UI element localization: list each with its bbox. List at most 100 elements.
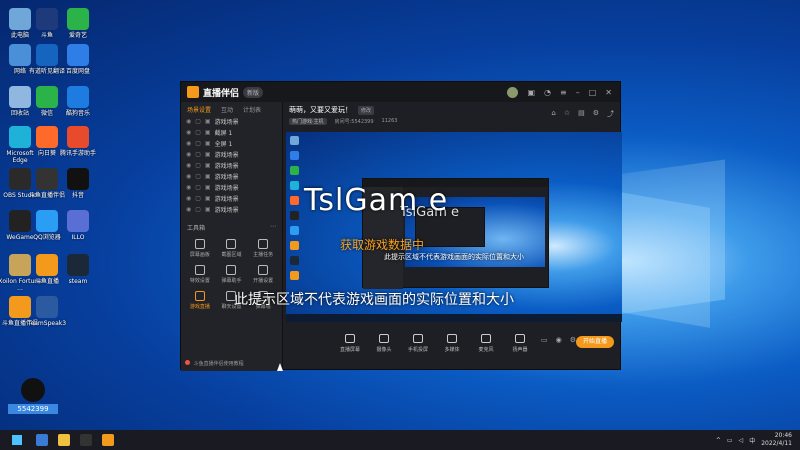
taskbar-search-icon[interactable] — [36, 434, 48, 446]
volume-icon[interactable]: ◁ — [739, 437, 744, 444]
app-icon — [67, 254, 89, 276]
gift-icon[interactable]: ⌂ — [551, 109, 555, 119]
edit-title-button[interactable]: 修改 — [358, 105, 375, 115]
lock-icon[interactable]: ▢ — [195, 140, 201, 147]
network-icon[interactable]: ▭ — [727, 437, 733, 444]
bell-icon[interactable]: ◔ — [544, 88, 551, 97]
title-bar: 直播伴侣 新版 ▣ ◔ ≡ – □ ✕ — [181, 82, 620, 102]
bottom-tool-icon — [447, 334, 457, 343]
source-item[interactable]: ◉ ▢ ▣ 游戏场景 — [181, 160, 282, 171]
start-live-button[interactable]: 开始直播 — [576, 336, 614, 348]
desktop-icon[interactable]: 百度网盘 — [56, 44, 100, 75]
left-tab[interactable]: 场景设置 — [187, 105, 211, 114]
tutorial-link[interactable]: 斗鱼直播伴侣使用教程 — [185, 360, 244, 367]
source-item[interactable]: ◉ ▢ ▣ 游戏场景 — [181, 193, 282, 204]
eye-icon[interactable]: ◉ — [186, 151, 191, 158]
tool-button[interactable]: 弹幕助手 — [216, 262, 248, 288]
maximize-icon[interactable]: □ — [589, 88, 597, 97]
shirt-icon[interactable]: ▣ — [527, 88, 535, 97]
desktop-icon[interactable]: ILLO — [56, 210, 100, 241]
lock-icon[interactable]: ▢ — [195, 151, 201, 158]
source-label: 游戏场景 — [214, 119, 239, 126]
source-item[interactable]: ◉ ▢ ▣ 游戏场景 — [181, 149, 282, 160]
eye-icon[interactable]: ◉ — [186, 129, 191, 136]
source-item[interactable]: ◉ ▢ ▣ 游戏场景 — [181, 204, 282, 215]
eye-icon[interactable]: ◉ — [186, 206, 191, 213]
left-tab[interactable]: 互动 — [221, 105, 233, 114]
desktop-icon[interactable]: steam — [56, 254, 100, 285]
eye-icon[interactable]: ◉ — [186, 118, 191, 125]
gear-icon[interactable]: ⚙ — [570, 336, 576, 344]
menu-icon[interactable]: ≡ — [560, 88, 567, 97]
bottom-tool-button[interactable]: 扬声器 — [509, 334, 531, 353]
eye-icon[interactable]: ◉ — [186, 184, 191, 191]
source-item[interactable]: ◉ ▢ ▣ 截屏 1 — [181, 127, 282, 138]
source-item[interactable]: ◉ ▢ ▣ 游戏场景 — [181, 171, 282, 182]
bottom-tool-button[interactable]: 直播屏幕 — [339, 334, 361, 353]
settings-icon[interactable]: ⚙ — [593, 109, 599, 119]
loading-text: 获取游戏数据中 — [340, 238, 425, 252]
tool-button[interactable]: 主播任务 — [247, 236, 279, 262]
source-label: 截屏 1 — [214, 130, 233, 137]
lock-icon[interactable]: ▢ — [195, 162, 201, 169]
desktop-icon[interactable]: TeamSpeak3 — [25, 296, 69, 327]
clock[interactable]: 20:46 2022/4/11 — [761, 432, 792, 448]
tool-button[interactable]: 屏幕画板 — [184, 236, 216, 262]
taskbar-obs-icon[interactable] — [80, 434, 92, 446]
preview-hint: 此提示区域不代表游戏画面的实际位置和大小 — [234, 292, 514, 308]
version-badge[interactable]: 新版 — [243, 86, 264, 98]
store-icon[interactable]: ▤ — [578, 109, 585, 119]
room-category[interactable]: 热门游戏·主机 — [289, 118, 327, 125]
bottom-tool-icon — [515, 334, 525, 343]
tool-button[interactable]: 开播设置 — [247, 262, 279, 288]
taskbar-explorer-icon[interactable] — [58, 434, 70, 446]
source-item[interactable]: ◉ ▢ ▣ 全屏 1 — [181, 138, 282, 149]
left-tab[interactable]: 计划表 — [243, 105, 261, 114]
avatar[interactable] — [507, 86, 519, 98]
tool-label: 特效设置 — [189, 278, 210, 284]
desktop-icon[interactable]: 抖音 — [56, 168, 100, 199]
bottom-tool-button[interactable]: 多媒体 — [441, 334, 463, 353]
bottom-tool-button[interactable]: 麦克风 — [475, 334, 497, 353]
minimize-icon[interactable]: – — [576, 88, 580, 97]
desktop-icon[interactable]: 爱奇艺 — [56, 8, 100, 39]
eye-icon[interactable]: ◉ — [186, 162, 191, 169]
desktop-icon-label: 腾讯手游助手 — [59, 150, 96, 157]
source-label: 全屏 1 — [214, 141, 233, 148]
eye-icon[interactable]: ◉ — [186, 140, 191, 147]
tool-label: 游戏直播 — [189, 304, 210, 310]
more-icon[interactable]: ⋯ — [270, 223, 276, 232]
start-button-icon[interactable] — [12, 435, 22, 445]
tool-icon — [194, 291, 205, 301]
tool-button[interactable]: 截图区域 — [216, 236, 248, 262]
eye-icon[interactable]: ◉ — [556, 336, 562, 344]
record-icon[interactable]: ▭ — [541, 336, 548, 344]
layer-icon: ▣ — [204, 195, 211, 202]
source-item[interactable]: ◉ ▢ ▣ 游戏场景 — [181, 116, 282, 127]
lock-icon[interactable]: ▢ — [195, 195, 201, 202]
close-icon[interactable]: ✕ — [605, 88, 612, 97]
lock-icon[interactable]: ▢ — [195, 206, 201, 213]
desktop-icon[interactable]: 酷狗音乐 — [56, 86, 100, 117]
desktop-icon[interactable]: 腾讯手游助手 — [56, 126, 100, 157]
ime-icon[interactable]: 中 — [749, 436, 755, 445]
tool-label: 屏幕画板 — [189, 252, 210, 258]
up-arrow-icon[interactable]: ^ — [716, 437, 721, 444]
source-item[interactable]: ◉ ▢ ▣ 游戏场景 — [181, 182, 282, 193]
lock-icon[interactable]: ▢ — [195, 173, 201, 180]
qq-widget[interactable]: 5542399 — [8, 378, 58, 414]
lock-icon[interactable]: ▢ — [195, 118, 201, 125]
tool-button[interactable]: 游戏直播 — [184, 288, 216, 314]
bottom-tool-label: 手机投屏 — [407, 347, 428, 353]
bottom-tool-button[interactable]: 摄像头 — [373, 334, 395, 353]
lock-icon[interactable]: ▢ — [195, 184, 201, 191]
star-icon[interactable]: ☆ — [564, 109, 570, 119]
eye-icon[interactable]: ◉ — [186, 173, 191, 180]
lock-icon[interactable]: ▢ — [195, 129, 201, 136]
eye-icon[interactable]: ◉ — [186, 195, 191, 202]
taskbar-douyu-icon[interactable] — [102, 434, 114, 446]
tool-button[interactable]: 特效设置 — [184, 262, 216, 288]
share-icon[interactable]: ⤴ — [607, 109, 614, 119]
bottom-tool-button[interactable]: 手机投屏 — [407, 334, 429, 353]
source-label: 游戏场景 — [214, 196, 239, 203]
